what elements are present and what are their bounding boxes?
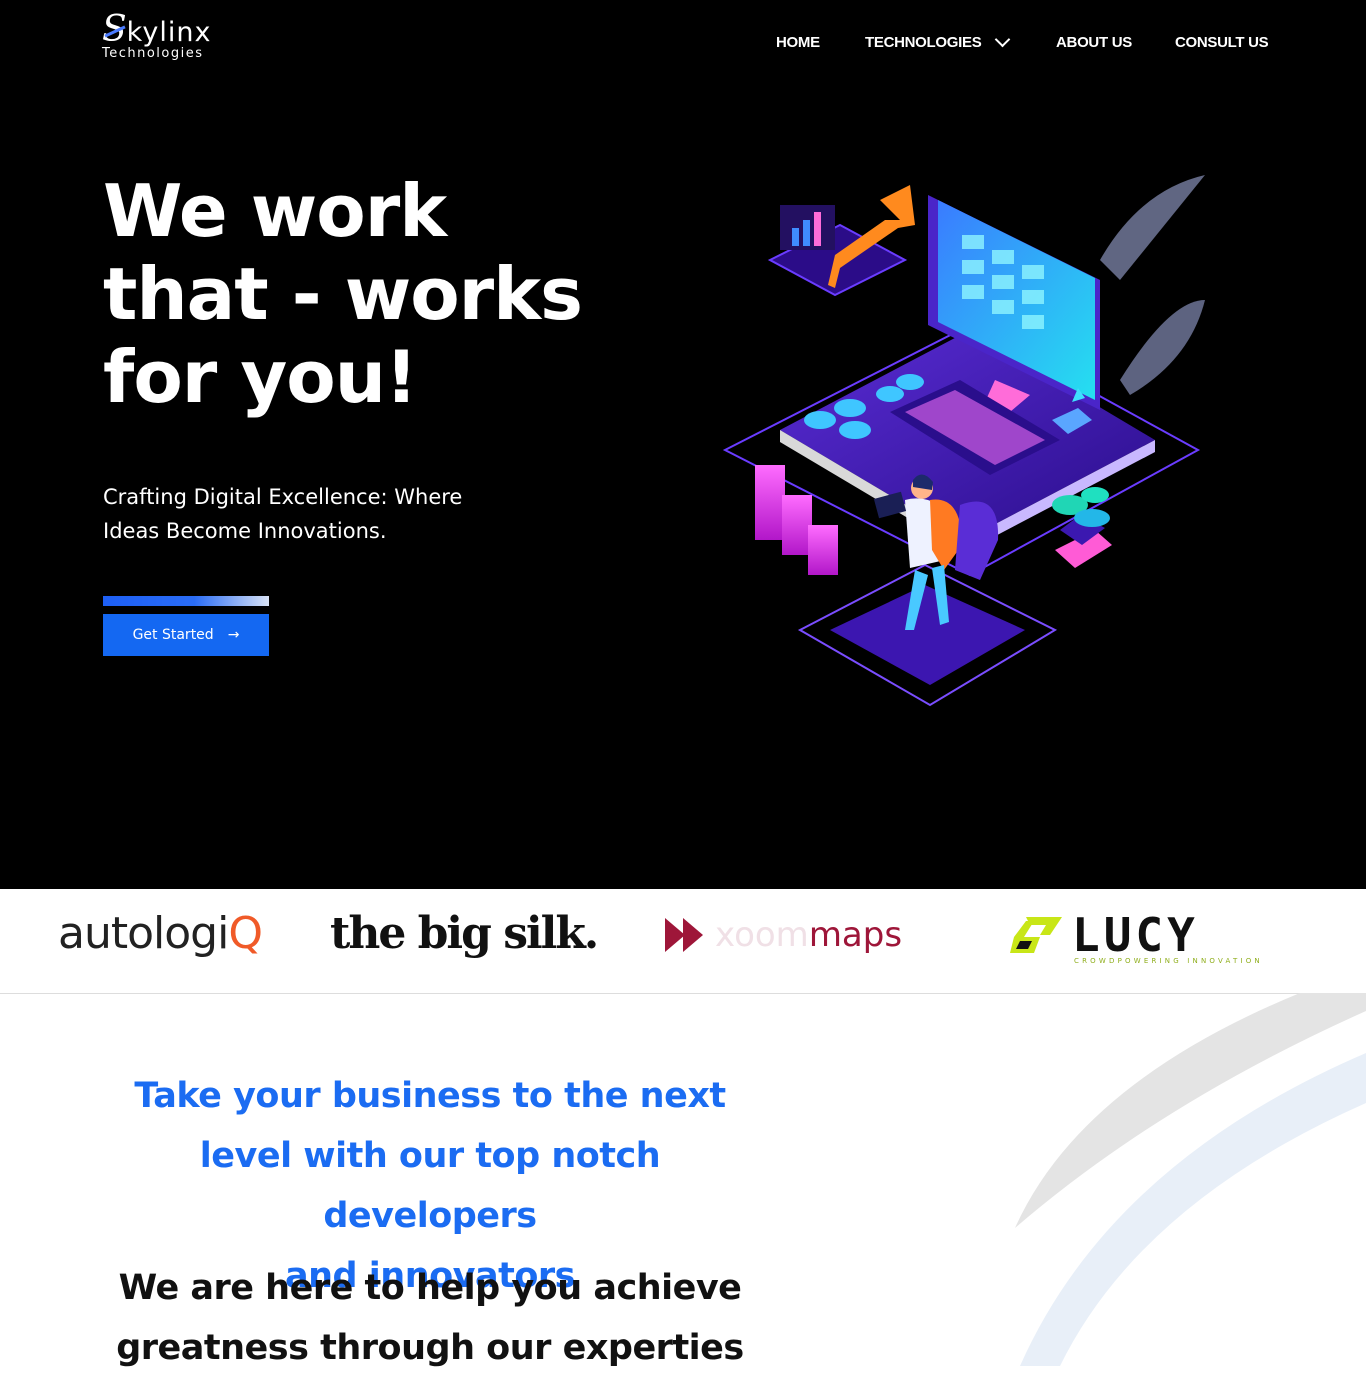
section-title-line-2: level with our top notch developers	[199, 1136, 661, 1236]
chevron-down-icon	[995, 31, 1011, 47]
autologiq-text: autologi	[58, 908, 229, 959]
lucy-tagline: CROWDPOWERING INNOVATION	[1074, 957, 1263, 965]
client-logo-lucy: LUCY CROWDPOWERING INNOVATION	[1010, 908, 1263, 965]
client-logo-xoommaps: xoommaps	[665, 915, 902, 955]
logo-word: kylinx	[126, 17, 212, 48]
xoom-text: xoom	[715, 915, 809, 955]
plant	[1052, 487, 1112, 568]
lucy-mark-icon	[1010, 917, 1062, 953]
get-started-label: Get Started	[132, 627, 214, 643]
nav-home[interactable]: HOME	[776, 33, 820, 51]
section-subtitle-line-2: greatness through our experties	[116, 1328, 744, 1368]
nav-technologies[interactable]: TECHNOLOGIES	[865, 31, 1011, 51]
logo[interactable]: S kylinx Technologies	[102, 12, 211, 62]
section-subtitle-line-1: We are here to help you achieve	[118, 1268, 742, 1308]
decorative-stripes	[1015, 993, 1366, 1366]
autologiq-q: Q	[228, 908, 263, 959]
hero-subtitle-line-1: Crafting Digital Excellence: Where	[103, 485, 463, 509]
nav-about-label: ABOUT US	[1056, 33, 1132, 51]
cta-gradient-bar	[103, 596, 269, 606]
nav-about[interactable]: ABOUT US	[1056, 33, 1132, 51]
leaf	[1100, 175, 1205, 395]
hero-subtitle-line-2: Ideas Become Innovations.	[103, 519, 387, 543]
nav-home-label: HOME	[776, 33, 820, 51]
logo-mark: S kylinx	[102, 12, 211, 48]
lucy-text: LUCY	[1072, 908, 1199, 962]
pink-bars	[755, 465, 838, 575]
client-logo-bigsilk: the big silk.	[330, 908, 599, 959]
nav-consult-label: CONSULT US	[1175, 33, 1269, 51]
hero-subtitle: Crafting Digital Excellence: Where Ideas…	[103, 480, 523, 548]
get-started-button[interactable]: Get Started →	[103, 614, 269, 656]
arrow-right-icon: →	[227, 627, 240, 643]
hero-headline: We work that - works for you!	[103, 170, 623, 419]
hero-headline-line-1: We work	[103, 169, 447, 253]
mini-chart	[780, 205, 835, 250]
hero-headline-line-3: for you!	[103, 335, 418, 419]
play-forward-icon	[665, 918, 703, 952]
logo-s-glyph: S	[102, 9, 127, 50]
nav-consult[interactable]: CONSULT US	[1175, 33, 1269, 51]
hero-headline-line-2: that - works	[103, 252, 583, 336]
section-subtitle: We are here to help you achieve greatnes…	[100, 1258, 760, 1378]
client-logo-autologiq: autologiQ	[58, 908, 263, 959]
section-title-line-1: Take your business to the next	[134, 1076, 726, 1116]
nav-technologies-label: TECHNOLOGIES	[865, 33, 982, 51]
maps-text: maps	[808, 915, 903, 955]
workspace-illustration	[722, 175, 1205, 707]
